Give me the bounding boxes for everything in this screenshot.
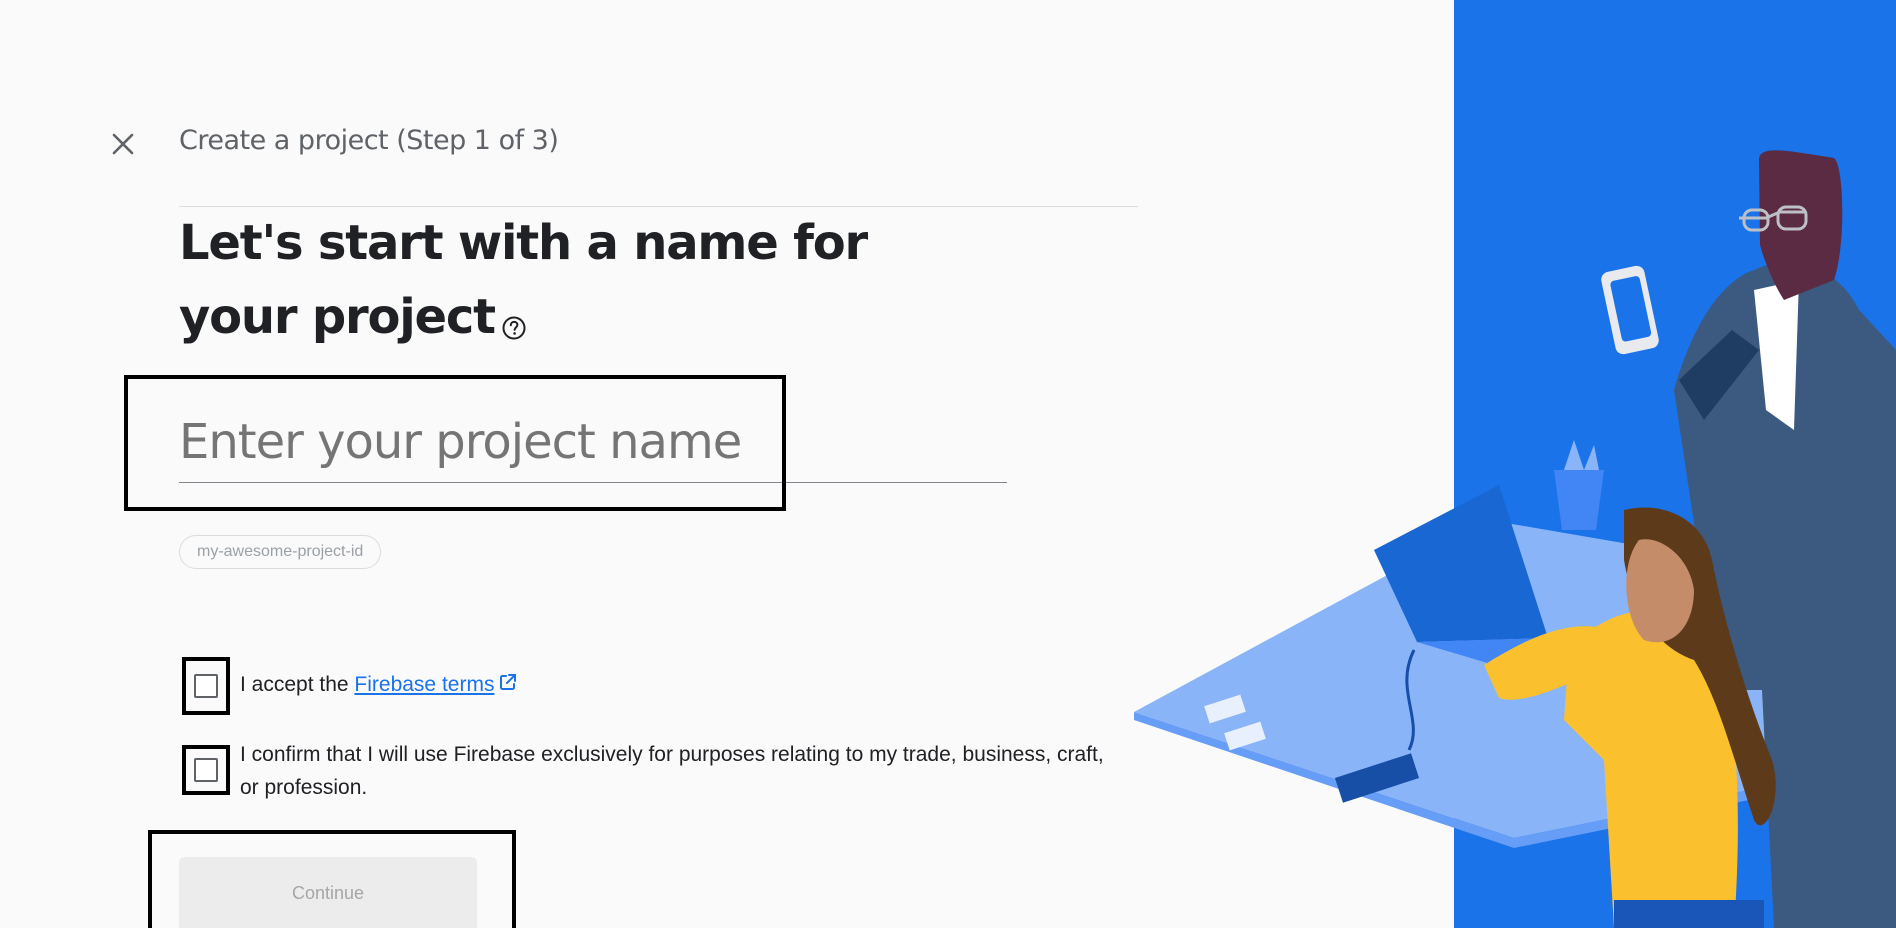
help-icon[interactable] <box>501 288 527 362</box>
business-use-row: I confirm that I will use Firebase exclu… <box>182 743 1120 804</box>
open-in-new-icon[interactable] <box>498 669 518 702</box>
project-id-chip[interactable]: my-awesome-project-id <box>179 535 382 569</box>
headline-line-2: your project <box>179 280 879 362</box>
terms-text: I accept the Firebase terms <box>240 668 518 702</box>
terms-checkbox-highlight <box>182 657 230 715</box>
business-use-checkbox[interactable] <box>194 758 218 782</box>
business-checkbox-highlight <box>182 745 230 795</box>
project-name-input[interactable] <box>179 402 1007 483</box>
create-project-page: Create a project (Step 1 of 3) Let's sta… <box>0 0 1896 928</box>
headline-line-1: Let's start with a name for <box>179 215 868 271</box>
step-title: Create a project (Step 1 of 3) <box>179 125 559 156</box>
terms-prefix: I accept the <box>240 673 355 696</box>
close-icon <box>112 133 134 155</box>
pen-holder <box>1554 470 1604 530</box>
page-headline: Let's start with a name for your project <box>179 206 879 362</box>
continue-button[interactable]: Continue <box>179 857 477 928</box>
terms-checkbox[interactable] <box>194 674 218 698</box>
terms-agreement-row: I accept the Firebase terms <box>182 657 518 715</box>
headline-line-2-text: your project <box>179 289 496 345</box>
business-use-text: I confirm that I will use Firebase exclu… <box>240 743 1104 799</box>
team-illustration <box>1134 0 1896 928</box>
seated-person-pants <box>1614 900 1764 928</box>
firebase-terms-link[interactable]: Firebase terms <box>354 673 494 696</box>
close-button[interactable] <box>110 124 150 164</box>
